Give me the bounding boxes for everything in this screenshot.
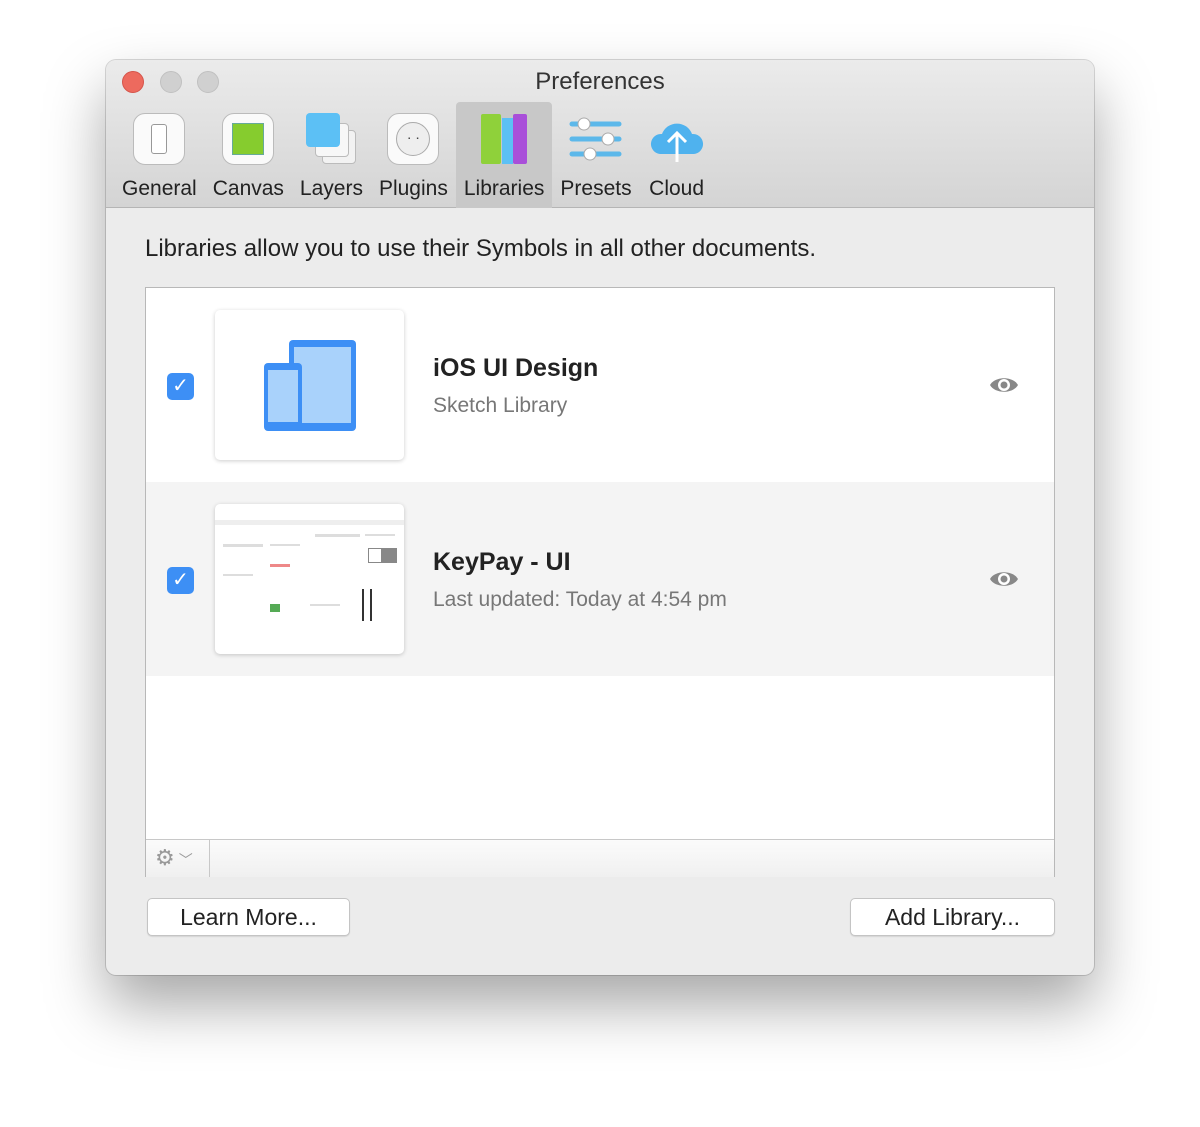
library-thumbnail: [215, 310, 404, 460]
tab-canvas[interactable]: Canvas: [205, 102, 292, 208]
libraries-icon: [475, 110, 533, 168]
tab-label: Libraries: [463, 177, 545, 200]
layers-icon: [302, 110, 360, 168]
tab-cloud[interactable]: Cloud: [640, 102, 714, 208]
eye-icon[interactable]: [989, 373, 1019, 397]
tab-general[interactable]: General: [114, 102, 205, 208]
add-library-button[interactable]: Add Library...: [850, 898, 1055, 936]
presets-icon: [567, 110, 625, 168]
ipad-iphone-icon: [264, 340, 356, 431]
library-enabled-checkbox[interactable]: ✓: [167, 373, 194, 400]
general-switch-icon: [130, 110, 188, 168]
library-row[interactable]: ✓ iOS UI Design Sketch Library: [146, 288, 1054, 482]
gear-menu-button[interactable]: ⚙ ﹀: [146, 840, 210, 877]
gear-icon: ⚙: [155, 845, 175, 870]
tab-label: Layers: [299, 177, 363, 200]
window-title: Preferences: [535, 68, 665, 95]
tab-libraries[interactable]: Libraries: [455, 102, 553, 208]
tab-label: Canvas: [212, 177, 284, 200]
plugins-icon: ⋅ ⋅: [384, 110, 442, 168]
libraries-list: ✓ iOS UI Design Sketch Library ✓ KeyPay …: [145, 287, 1055, 877]
tab-presets[interactable]: Presets: [552, 102, 639, 208]
library-subtitle: Sketch Library: [433, 394, 568, 417]
canvas-icon: [219, 110, 277, 168]
toolbar: Preferences General Canvas Layers ⋅ ⋅ Pl…: [106, 60, 1094, 208]
library-name: KeyPay - UI: [433, 548, 571, 576]
libraries-description: Libraries allow you to use their Symbols…: [145, 235, 816, 262]
list-footer-bar: ⚙ ﹀: [146, 839, 1054, 877]
chevron-down-icon: ﹀: [178, 852, 193, 868]
preferences-window: Preferences General Canvas Layers ⋅ ⋅ Pl…: [106, 60, 1094, 975]
tab-plugins[interactable]: ⋅ ⋅ Plugins: [371, 102, 456, 208]
library-subtitle: Last updated: Today at 4:54 pm: [433, 588, 727, 611]
tab-label: General: [122, 177, 197, 200]
tab-layers[interactable]: Layers: [292, 102, 371, 208]
eye-icon[interactable]: [989, 567, 1019, 591]
cloud-icon: [648, 110, 706, 168]
library-thumbnail: [215, 504, 404, 654]
library-row[interactable]: ✓ KeyPay - UI Last updated: Today at 4:5…: [146, 482, 1054, 676]
library-name: iOS UI Design: [433, 354, 599, 382]
tab-label: Cloud: [649, 177, 705, 200]
tab-label: Plugins: [378, 177, 448, 200]
library-enabled-checkbox[interactable]: ✓: [167, 567, 194, 594]
learn-more-button[interactable]: Learn More...: [147, 898, 350, 936]
tab-label: Presets: [560, 177, 632, 200]
